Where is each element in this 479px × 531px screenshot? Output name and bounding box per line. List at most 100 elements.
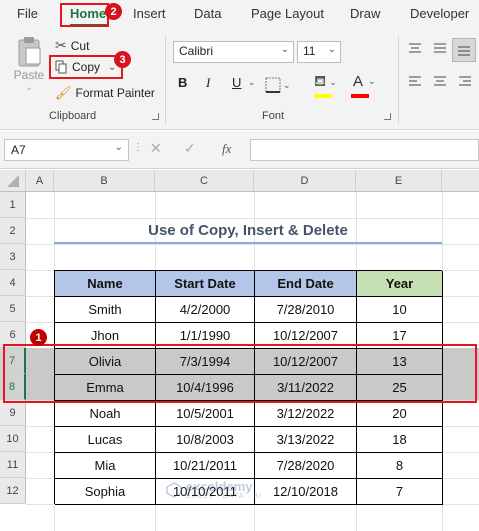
italic-button[interactable]: I [206, 75, 210, 91]
row-header-12[interactable]: 12 [0, 478, 26, 504]
align-middle-button[interactable] [432, 42, 448, 56]
table-cell[interactable]: 7 [357, 479, 443, 505]
font-color-swatch [351, 94, 369, 98]
font-group-label: Font [262, 110, 285, 122]
font-color-letter: A [353, 73, 364, 90]
align-middle-icon [434, 43, 446, 53]
format-painter-button[interactable]: 🖌 Format Painter [55, 85, 155, 101]
align-center-button[interactable] [432, 75, 448, 89]
header-end-date[interactable]: End Date [255, 271, 357, 297]
header-name[interactable]: Name [55, 271, 156, 297]
format-painter-label: Format Painter [75, 86, 155, 100]
column-header-e[interactable]: E [356, 170, 442, 192]
row-header-3[interactable]: 3 [0, 244, 26, 270]
font-size-select[interactable]: 11 ⌄ [297, 41, 341, 63]
column-header-d[interactable]: D [254, 170, 356, 192]
chevron-down-icon: ⌄ [25, 82, 33, 92]
align-right-button[interactable] [457, 75, 473, 89]
tab-data[interactable]: Data [194, 6, 221, 21]
select-all-corner[interactable] [0, 170, 26, 192]
paste-icon [18, 37, 41, 67]
header-start-date[interactable]: Start Date [156, 271, 255, 297]
table-cell[interactable]: 18 [357, 427, 443, 453]
tab-file[interactable]: File [17, 6, 38, 21]
enter-check-icon[interactable]: ✓ [184, 140, 196, 157]
borders-button[interactable]: ⌄ [265, 74, 295, 96]
align-left-button[interactable] [407, 75, 423, 89]
column-header-f[interactable] [442, 170, 479, 192]
table-cell[interactable]: 20 [357, 401, 443, 427]
ribbon-separator [165, 36, 166, 124]
table-cell[interactable]: Lucas [55, 427, 156, 453]
exceldemy-logo-icon [166, 482, 182, 498]
table-cell[interactable]: 4/2/2000 [156, 297, 255, 323]
column-header-b[interactable]: B [54, 170, 155, 192]
sheet-title: Use of Copy, Insert & Delete [54, 219, 442, 244]
header-year[interactable]: Year [357, 271, 443, 297]
table-cell[interactable]: 7/28/2010 [255, 297, 357, 323]
align-left-icon [409, 76, 421, 86]
chevron-down-icon: ⌄ [283, 79, 291, 90]
table-cell[interactable]: 10/8/2003 [156, 427, 255, 453]
row-header-10[interactable]: 10 [0, 426, 26, 452]
insert-function-icon[interactable]: fx [222, 141, 231, 157]
selected-rows-red-outline [3, 344, 477, 403]
table-cell[interactable]: 8 [357, 453, 443, 479]
row-header-1[interactable]: 1 [0, 192, 26, 218]
worksheet-grid: A B C D E 1 2 3 4 5 6 7 8 9 10 11 12 Use… [0, 170, 479, 531]
align-right-icon [459, 76, 471, 86]
align-top-button[interactable] [407, 42, 423, 56]
borders-icon [265, 77, 281, 93]
table-cell[interactable]: 12/10/2018 [255, 479, 357, 505]
font-dialog-launcher-icon[interactable] [384, 113, 391, 120]
ribbon-separator [398, 36, 399, 124]
row-header-11[interactable]: 11 [0, 452, 26, 478]
align-bottom-button[interactable] [452, 38, 476, 62]
row-header-4[interactable]: 4 [0, 270, 26, 296]
tab-draw[interactable]: Draw [350, 6, 380, 21]
align-center-icon [434, 76, 446, 86]
table-cell[interactable]: 10/21/2011 [156, 453, 255, 479]
chevron-down-icon: ⌄ [329, 77, 337, 87]
table-cell[interactable]: 3/13/2022 [255, 427, 357, 453]
copy-button-highlight [49, 55, 123, 79]
clipboard-group-label: Clipboard [49, 110, 97, 122]
clipboard-dialog-launcher-icon[interactable] [152, 113, 159, 120]
font-name-select[interactable]: Calibri ⌄ [173, 41, 294, 63]
tab-insert[interactable]: Insert [133, 6, 166, 21]
watermark-tagline: EXCEL · DATA · BI [186, 493, 262, 500]
watermark-logo: exceldemy EXCEL · DATA · BI [166, 480, 262, 500]
paste-label: Paste [13, 68, 45, 82]
row-header-9[interactable]: 9 [0, 400, 26, 426]
fill-color-button[interactable]: ⛾ ⌄ [314, 73, 337, 92]
table-cell[interactable]: Sophia [55, 479, 156, 505]
column-header-c[interactable]: C [155, 170, 254, 192]
font-color-button[interactable]: A ⌄ [353, 73, 376, 90]
table-cell[interactable]: 7/28/2020 [255, 453, 357, 479]
align-bottom-icon [458, 46, 470, 56]
align-top-icon [409, 43, 421, 53]
cut-button[interactable]: ✂ Cut [55, 37, 89, 54]
table-cell[interactable]: 10/5/2001 [156, 401, 255, 427]
bold-button[interactable]: B [178, 75, 187, 90]
chevron-down-icon: ⌄ [114, 142, 123, 153]
tab-developer[interactable]: Developer [410, 6, 469, 21]
table-cell[interactable]: 10 [357, 297, 443, 323]
row-header-5[interactable]: 5 [0, 296, 26, 322]
column-header-a[interactable]: A [26, 170, 54, 192]
fill-color-swatch [314, 94, 332, 98]
tab-page-layout[interactable]: Page Layout [251, 6, 324, 21]
cancel-icon[interactable]: ✕ [150, 140, 162, 157]
table-cell[interactable]: Noah [55, 401, 156, 427]
underline-button[interactable]: U [232, 75, 241, 90]
table-cell[interactable]: 3/12/2022 [255, 401, 357, 427]
font-name-value: Calibri [179, 44, 214, 58]
row-header-2[interactable]: 2 [0, 218, 26, 244]
ribbon: Paste ⌄ ✂ Cut Copy ⌄ 3 🖌 Format Painter … [0, 30, 479, 130]
paste-button[interactable]: Paste ⌄ [10, 36, 48, 93]
table-cell[interactable]: Smith [55, 297, 156, 323]
table-cell[interactable]: Mia [55, 453, 156, 479]
step-badge-3: 3 [114, 51, 131, 68]
formula-input[interactable] [250, 139, 479, 161]
name-box[interactable]: A7 ⌄ [4, 139, 129, 161]
